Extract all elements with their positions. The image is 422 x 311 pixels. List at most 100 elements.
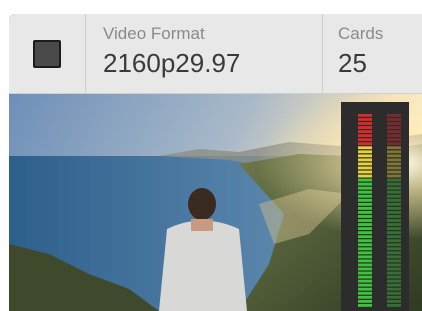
meter-segment (358, 182, 372, 186)
meter-segment (387, 114, 401, 117)
meter-segment (358, 231, 372, 235)
meter-segment (358, 194, 372, 198)
meter-segment (358, 198, 372, 202)
meter-segment (358, 263, 372, 267)
meter-segment (358, 279, 372, 283)
meter-segment (387, 279, 401, 283)
meter-segment (358, 239, 372, 243)
meter-segment (387, 126, 401, 129)
meter-segment (358, 287, 372, 291)
meter-segment (387, 178, 401, 182)
meter-segment (358, 247, 372, 251)
meter-segment (358, 146, 372, 150)
meter-segment (387, 194, 401, 198)
meter-segment (387, 158, 401, 162)
meter-segment (358, 235, 372, 239)
meter-segment (358, 259, 372, 263)
meter-segment (387, 154, 401, 158)
meter-segment (387, 263, 401, 267)
stop-button[interactable] (9, 14, 86, 93)
meter-segment (358, 174, 372, 178)
meter-segment (387, 275, 401, 279)
cards-label: Cards (338, 24, 384, 43)
meter-segment (358, 134, 372, 138)
meter-segment (358, 126, 372, 129)
meter-segment (358, 190, 372, 194)
meter-segment (387, 142, 401, 146)
meter-segment (387, 259, 401, 263)
meter-segment (387, 182, 401, 186)
meter-segment (387, 166, 401, 170)
meter-segment (358, 150, 372, 154)
meter-segment (358, 271, 372, 275)
meter-segment (387, 130, 401, 134)
meter-segment (387, 202, 401, 206)
meter-segment (387, 138, 401, 142)
meter-segment (358, 206, 372, 210)
meter-segment (387, 295, 401, 299)
meter-segment (358, 303, 372, 307)
stop-icon (33, 39, 61, 68)
meter-segment (387, 235, 401, 239)
meter-segment (358, 130, 372, 134)
meter-segment (387, 243, 401, 247)
meter-segment (358, 211, 372, 214)
meter-segment (358, 138, 372, 142)
meter-segment (358, 154, 372, 158)
meter-segment (387, 227, 401, 231)
meter-segment (358, 215, 372, 218)
meter-segment (358, 267, 372, 271)
meter-segment (387, 251, 401, 255)
meter-segment (358, 166, 372, 170)
meter-segment (387, 174, 401, 178)
cards-panel[interactable]: Cards 25 (323, 14, 422, 93)
meter-segment (358, 255, 372, 259)
video-format-label: Video Format (103, 24, 205, 43)
audio-meter-graphic (358, 114, 401, 307)
meter-segment (358, 186, 372, 190)
meter-segment (358, 251, 372, 255)
meter-segment (387, 231, 401, 235)
meter-segment (358, 227, 372, 231)
meter-segment (387, 190, 401, 194)
meter-segment (387, 134, 401, 138)
meter-segment (387, 146, 401, 150)
meter-segment (358, 170, 372, 174)
meter-segment (358, 243, 372, 247)
meter-segment (387, 170, 401, 174)
meter-segment (387, 122, 401, 125)
meter-segment (387, 299, 401, 303)
meter-segment (358, 219, 372, 222)
meter-segment (358, 283, 372, 287)
meter-segment (387, 162, 401, 166)
meter-segment (358, 114, 372, 117)
video-format-panel[interactable]: Video Format 2160p29.97 (86, 14, 323, 93)
meter-segment (387, 211, 401, 214)
video-format-value: 2160p29.97 (103, 48, 241, 78)
meter-segment (358, 275, 372, 279)
meter-segment (387, 118, 401, 121)
meter-segment (358, 291, 372, 295)
meter-segment (358, 178, 372, 182)
meter-segment (387, 283, 401, 287)
meter-segment (358, 202, 372, 206)
meter-segment (387, 215, 401, 218)
meter-segment (387, 186, 401, 190)
meter-segment (387, 150, 401, 154)
meter-segment (387, 247, 401, 251)
meter-segment (387, 239, 401, 243)
meter-segment (387, 271, 401, 275)
meter-segment (358, 158, 372, 162)
meter-segment (387, 255, 401, 259)
meter-segment (387, 303, 401, 307)
meter-segment (358, 299, 372, 303)
meter-segment (358, 162, 372, 166)
cards-value: 25 (338, 48, 367, 78)
meter-segment (358, 295, 372, 299)
meter-segment (387, 219, 401, 222)
meter-segment (358, 142, 372, 146)
meter-segment (387, 291, 401, 295)
meter-segment (387, 267, 401, 271)
meter-segment (358, 118, 372, 121)
status-bar: Video Format 2160p29.97 Cards 25 (9, 14, 422, 94)
